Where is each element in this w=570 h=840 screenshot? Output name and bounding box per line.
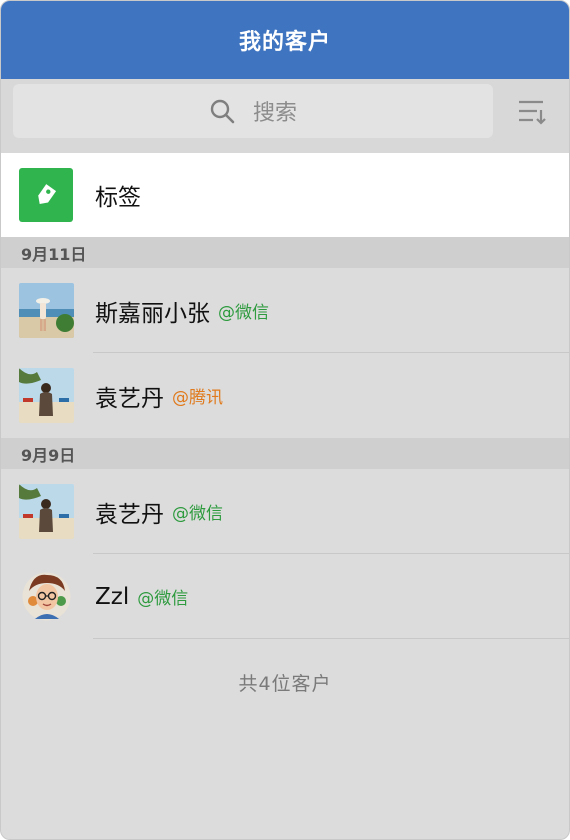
date-section-header: 9月9日	[1, 438, 569, 469]
tag-icon	[19, 168, 73, 222]
app-window: 我的客户 搜索 标签 9月11日 斯嘉丽小张 @微信 袁艺丹 @腾讯 9月9日 …	[0, 0, 570, 840]
search-icon	[210, 99, 235, 124]
date-section-header: 9月11日	[1, 237, 569, 268]
search-input[interactable]: 搜索	[13, 84, 493, 138]
contact-name: Zzl	[95, 583, 130, 610]
contact-row[interactable]: 斯嘉丽小张 @微信	[1, 268, 569, 353]
avatar	[19, 569, 74, 624]
contact-source: @腾讯	[172, 388, 223, 408]
contact-row[interactable]: 袁艺丹 @微信	[1, 469, 569, 554]
search-placeholder: 搜索	[252, 101, 297, 126]
avatar	[19, 484, 74, 539]
contact-name: 袁艺丹	[95, 385, 164, 412]
row-divider	[93, 638, 569, 639]
sort-icon[interactable]	[517, 98, 547, 126]
avatar	[19, 283, 74, 338]
contact-name: 斯嘉丽小张	[95, 300, 210, 327]
tags-label: 标签	[95, 185, 141, 211]
contact-source: @微信	[218, 303, 269, 323]
title-bar: 我的客户	[1, 1, 569, 79]
customer-count: 共4位客户	[238, 672, 332, 695]
contact-row[interactable]: 袁艺丹 @腾讯	[1, 353, 569, 438]
contact-row[interactable]: Zzl @微信	[1, 554, 569, 639]
tags-entry[interactable]: 标签	[1, 153, 569, 237]
page-title: 我的客户	[238, 30, 331, 55]
contact-source: @微信	[137, 589, 189, 609]
avatar	[19, 368, 74, 423]
search-bar: 搜索	[1, 79, 569, 153]
contact-source: @微信	[172, 504, 223, 524]
contact-name: 袁艺丹	[95, 501, 164, 528]
